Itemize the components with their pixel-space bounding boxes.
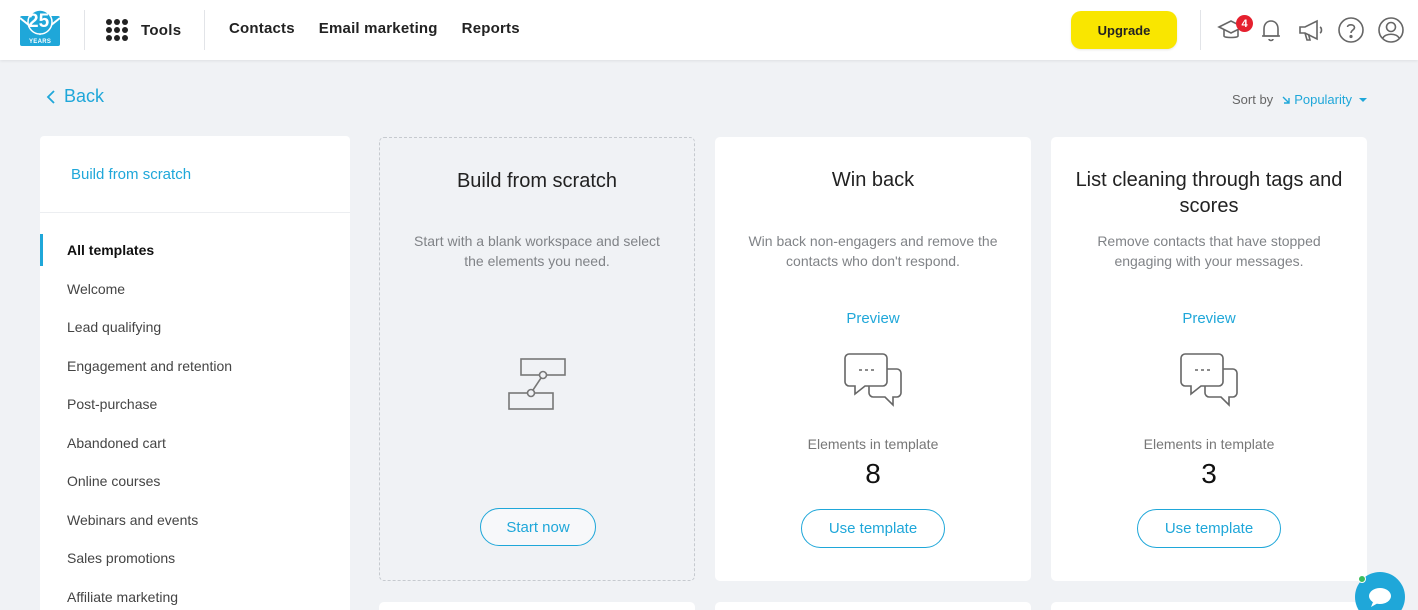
back-label: Back [64, 86, 105, 106]
card-description: Remove contacts that have stopped engagi… [1097, 233, 1321, 269]
start-now-button[interactable]: Start now [480, 508, 596, 546]
apps-grid-icon [106, 19, 128, 41]
main-nav: Contacts Email marketing Reports [229, 20, 544, 37]
sidebar-item-affiliate-marketing[interactable]: Affiliate marketing [40, 581, 350, 610]
sidebar-build-from-scratch[interactable]: Build from scratch [71, 166, 191, 183]
preview-link[interactable]: Preview [1051, 310, 1367, 327]
sidebar-item-online-courses[interactable]: Online courses [40, 465, 350, 504]
chat-bubbles-icon [844, 353, 902, 407]
help-icon[interactable] [1336, 15, 1366, 45]
tools-menu-button[interactable]: Tools [106, 18, 181, 42]
elements-label: Elements in template [1143, 436, 1275, 452]
elements-count: 3 [1201, 458, 1217, 489]
sidebar-item-lead-qualifying[interactable]: Lead qualifying [40, 311, 350, 350]
caret-down-icon [1359, 97, 1367, 102]
sidebar-item-abandoned-cart[interactable]: Abandoned cart [40, 427, 350, 466]
sort-control: Sort by Popularity [1232, 92, 1368, 107]
notification-badge: 4 [1236, 15, 1253, 32]
sidebar-item-post-purchase[interactable]: Post-purchase [40, 388, 350, 427]
preview-link[interactable]: Preview [715, 310, 1031, 327]
use-template-button[interactable]: Use template [801, 509, 945, 548]
sidebar-item-all-templates[interactable]: All templates [40, 234, 350, 273]
chat-icon [1369, 588, 1391, 607]
workflow-icon [508, 358, 566, 410]
template-card-win-back: Win back Win back non-engagers and remov… [715, 137, 1031, 581]
elements-label: Elements in template [807, 436, 939, 452]
card-description: Win back non-engagers and remove the con… [748, 233, 998, 269]
template-card-peek [715, 602, 1031, 610]
use-template-button[interactable]: Use template [1137, 509, 1281, 548]
sidebar-item-webinars-events[interactable]: Webinars and events [40, 504, 350, 543]
template-card-peek [1051, 602, 1367, 610]
card-title: Build from scratch [456, 170, 618, 192]
back-link[interactable]: Back [46, 86, 104, 107]
upgrade-button[interactable]: Upgrade [1071, 11, 1177, 49]
tools-label: Tools [141, 21, 182, 39]
card-title: Win back [831, 169, 915, 191]
category-sidebar: Build from scratch All templates Welcome… [40, 136, 350, 610]
brand-logo[interactable]: 25 YEARS [18, 8, 62, 50]
sidebar-item-sales-promotions[interactable]: Sales promotions [40, 542, 350, 581]
online-status-dot [1358, 575, 1366, 583]
template-card-list-cleaning: List cleaning through tags and scores Re… [1051, 137, 1367, 581]
sort-label: Sort by [1232, 92, 1274, 107]
card-title: List cleaning through tags and scores [1075, 169, 1343, 217]
logo-subtext: YEARS [29, 39, 52, 45]
template-card-build-from-scratch: Build from scratch Start with a blank wo… [379, 137, 695, 581]
bell-icon[interactable] [1256, 15, 1286, 45]
nav-link-reports[interactable]: Reports [462, 20, 520, 37]
sidebar-item-welcome[interactable]: Welcome [40, 273, 350, 312]
sort-value: Popularity [1294, 92, 1352, 107]
template-card-peek [379, 602, 695, 610]
sidebar-item-engagement-retention[interactable]: Engagement and retention [40, 350, 350, 389]
nav-link-email-marketing[interactable]: Email marketing [319, 20, 438, 37]
chevron-left-icon [46, 89, 55, 104]
category-list: All templates Welcome Lead qualifying En… [40, 234, 350, 610]
user-icon[interactable] [1376, 15, 1406, 45]
nav-divider [1200, 10, 1201, 50]
sort-dropdown[interactable]: Popularity [1281, 92, 1368, 107]
elements-count: 8 [865, 458, 881, 489]
sidebar-divider [40, 212, 350, 213]
top-navigation-bar: 25 YEARS Tools Contacts Email marketing … [0, 0, 1418, 60]
nav-divider [204, 10, 205, 50]
megaphone-icon[interactable] [1296, 15, 1326, 45]
card-description: Start with a blank workspace and select … [414, 233, 660, 269]
chat-bubbles-icon [1180, 353, 1238, 407]
sort-arrow-icon [1282, 96, 1290, 104]
logo-number: 25 [28, 11, 50, 32]
nav-divider [84, 10, 85, 50]
nav-link-contacts[interactable]: Contacts [229, 20, 295, 37]
